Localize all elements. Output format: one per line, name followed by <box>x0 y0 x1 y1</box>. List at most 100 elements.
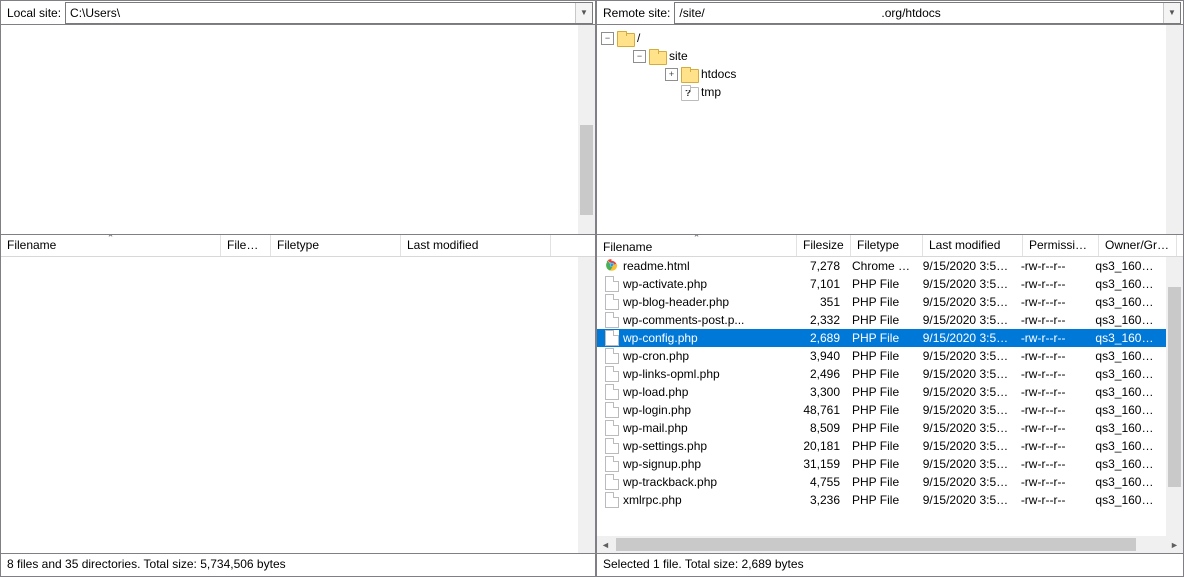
folder-icon <box>617 31 633 45</box>
scrollbar-horizontal[interactable]: ◄ ► <box>597 536 1183 553</box>
local-tree[interactable] <box>1 25 595 235</box>
cell-filetype: PHP File <box>846 475 917 489</box>
file-icon <box>605 420 619 436</box>
cell-owner: qs3_160015... <box>1089 331 1166 345</box>
cell-filename: wp-config.php <box>597 330 793 346</box>
cell-filetype: Chrome H... <box>846 259 917 273</box>
cell-permissions: -rw-r--r-- <box>1015 313 1090 327</box>
scrollbar-vertical[interactable] <box>578 25 595 234</box>
table-row[interactable]: readme.html7,278Chrome H...9/15/2020 3:5… <box>597 257 1166 275</box>
file-icon <box>605 348 619 364</box>
scrollbar-vertical[interactable] <box>1166 25 1183 234</box>
table-row[interactable]: wp-links-opml.php2,496PHP File9/15/2020 … <box>597 365 1166 383</box>
table-row[interactable]: wp-cron.php3,940PHP File9/15/2020 3:56:.… <box>597 347 1166 365</box>
local-site-label: Local site: <box>1 6 65 20</box>
tree-label: tmp <box>701 85 721 99</box>
remote-path-input[interactable] <box>675 6 1163 20</box>
tree-node-tmp[interactable]: ? tmp <box>601 83 1166 101</box>
local-list-header[interactable]: Filename Filesize Filetype Last modified <box>1 235 595 257</box>
tree-label: site <box>669 49 688 63</box>
cell-lastmod: 9/15/2020 3:56:... <box>917 475 1015 489</box>
table-row[interactable]: wp-settings.php20,181PHP File9/15/2020 3… <box>597 437 1166 455</box>
local-file-list: Filename Filesize Filetype Last modified <box>1 235 595 554</box>
file-icon <box>605 276 619 292</box>
cell-filesize: 3,300 <box>793 385 846 399</box>
scrollbar-vertical[interactable] <box>578 257 595 553</box>
table-row[interactable]: wp-signup.php31,159PHP File9/15/2020 3:5… <box>597 455 1166 473</box>
table-row[interactable]: wp-config.php2,689PHP File9/15/2020 3:56… <box>597 329 1166 347</box>
col-filename[interactable]: Filename <box>1 235 221 256</box>
tree-node-site[interactable]: − site <box>601 47 1166 65</box>
remote-site-label: Remote site: <box>597 6 674 20</box>
cell-permissions: -rw-r--r-- <box>1015 277 1090 291</box>
col-lastmodified[interactable]: Last modified <box>923 235 1023 256</box>
col-filesize[interactable]: Filesize <box>797 235 851 256</box>
cell-owner: qs3_160015... <box>1089 367 1166 381</box>
table-row[interactable]: wp-activate.php7,101PHP File9/15/2020 3:… <box>597 275 1166 293</box>
tree-node-htdocs[interactable]: + htdocs <box>601 65 1166 83</box>
cell-filename: wp-signup.php <box>597 456 793 472</box>
chevron-down-icon[interactable]: ▼ <box>575 3 592 23</box>
cell-lastmod: 9/15/2020 3:56:... <box>917 313 1015 327</box>
table-row[interactable]: wp-comments-post.p...2,332PHP File9/15/2… <box>597 311 1166 329</box>
scroll-right-icon[interactable]: ► <box>1166 536 1183 553</box>
cell-permissions: -rw-r--r-- <box>1015 403 1090 417</box>
cell-filesize: 4,755 <box>793 475 846 489</box>
col-ownergroup[interactable]: Owner/Group <box>1099 235 1177 256</box>
remote-status: Selected 1 file. Total size: 2,689 bytes <box>597 554 1183 576</box>
col-filename[interactable]: Filename <box>597 235 797 256</box>
local-list-body[interactable] <box>1 257 595 553</box>
scroll-left-icon[interactable]: ◄ <box>597 536 614 553</box>
cell-owner: qs3_160015... <box>1089 313 1166 327</box>
remote-list-body[interactable]: readme.html7,278Chrome H...9/15/2020 3:5… <box>597 257 1183 553</box>
remote-path-combo[interactable]: ▼ <box>674 2 1181 24</box>
remote-list-header[interactable]: Filename Filesize Filetype Last modified… <box>597 235 1183 257</box>
cell-filesize: 2,332 <box>793 313 846 327</box>
file-icon <box>605 492 619 508</box>
table-row[interactable]: wp-blog-header.php351PHP File9/15/2020 3… <box>597 293 1166 311</box>
col-permissions[interactable]: Permissions <box>1023 235 1099 256</box>
cell-permissions: -rw-r--r-- <box>1015 331 1090 345</box>
cell-filesize: 2,496 <box>793 367 846 381</box>
file-icon <box>605 384 619 400</box>
chevron-down-icon[interactable]: ▼ <box>1163 3 1180 23</box>
cell-filetype: PHP File <box>846 313 917 327</box>
table-row[interactable]: wp-login.php48,761PHP File9/15/2020 3:56… <box>597 401 1166 419</box>
cell-lastmod: 9/15/2020 3:56:... <box>917 457 1015 471</box>
col-lastmodified[interactable]: Last modified <box>401 235 551 256</box>
cell-lastmod: 9/15/2020 3:56:... <box>917 277 1015 291</box>
cell-permissions: -rw-r--r-- <box>1015 439 1090 453</box>
local-path-combo[interactable]: ▼ <box>65 2 593 24</box>
cell-lastmod: 9/15/2020 3:56:... <box>917 385 1015 399</box>
scrollbar-vertical[interactable] <box>1166 257 1183 553</box>
tree-node-root[interactable]: − / <box>601 29 1166 47</box>
table-row[interactable]: wp-load.php3,300PHP File9/15/2020 3:56:.… <box>597 383 1166 401</box>
cell-filesize: 7,278 <box>793 259 846 273</box>
cell-filename: wp-login.php <box>597 402 793 418</box>
col-filetype[interactable]: Filetype <box>271 235 401 256</box>
cell-lastmod: 9/15/2020 3:56:... <box>917 367 1015 381</box>
cell-filesize: 3,940 <box>793 349 846 363</box>
cell-filesize: 3,236 <box>793 493 846 507</box>
collapse-icon[interactable]: − <box>601 32 614 45</box>
col-filetype[interactable]: Filetype <box>851 235 923 256</box>
table-row[interactable]: wp-mail.php8,509PHP File9/15/2020 3:56:.… <box>597 419 1166 437</box>
remote-tree[interactable]: − / − site + htdocs <box>597 25 1183 235</box>
cell-filetype: PHP File <box>846 367 917 381</box>
file-icon <box>605 402 619 418</box>
cell-filesize: 20,181 <box>793 439 846 453</box>
cell-owner: qs3_160015... <box>1089 475 1166 489</box>
collapse-icon[interactable]: − <box>633 50 646 63</box>
remote-panel: Remote site: ▼ − / − site <box>596 0 1184 577</box>
cell-filetype: PHP File <box>846 439 917 453</box>
table-row[interactable]: xmlrpc.php3,236PHP File9/15/2020 3:56:..… <box>597 491 1166 509</box>
cell-filesize: 8,509 <box>793 421 846 435</box>
local-path-input[interactable] <box>66 6 575 20</box>
cell-filesize: 31,159 <box>793 457 846 471</box>
col-filesize[interactable]: Filesize <box>221 235 271 256</box>
cell-filesize: 7,101 <box>793 277 846 291</box>
table-row[interactable]: wp-trackback.php4,755PHP File9/15/2020 3… <box>597 473 1166 491</box>
expand-icon[interactable]: + <box>665 68 678 81</box>
cell-lastmod: 9/15/2020 3:56:... <box>917 295 1015 309</box>
file-icon <box>605 366 619 382</box>
